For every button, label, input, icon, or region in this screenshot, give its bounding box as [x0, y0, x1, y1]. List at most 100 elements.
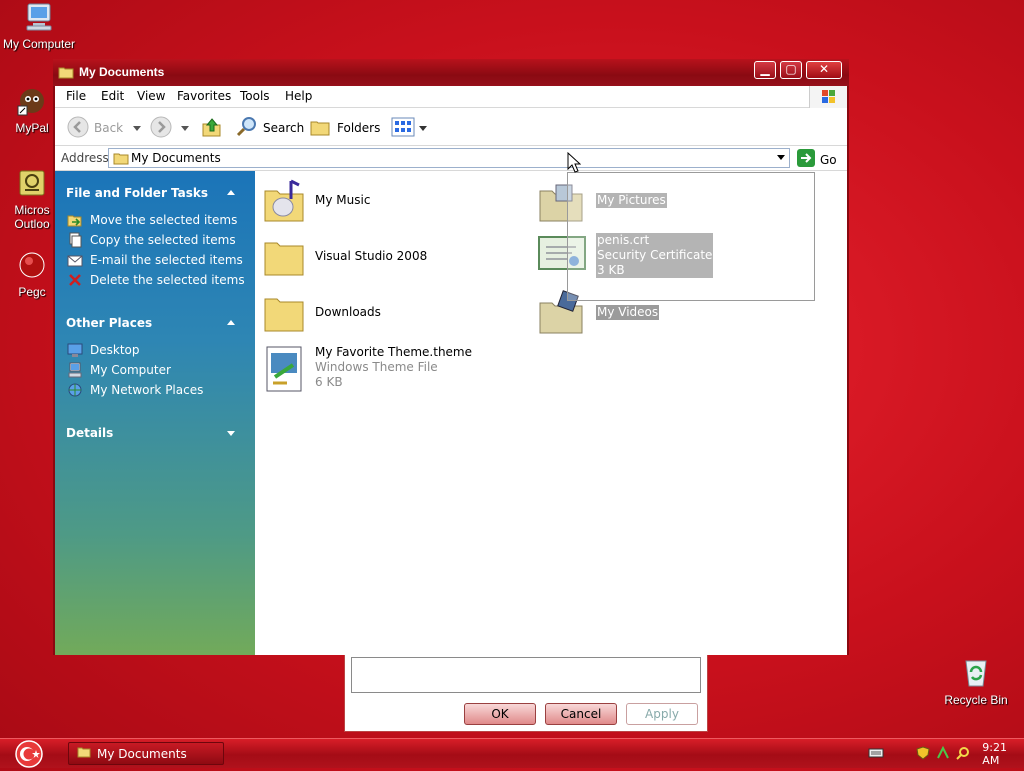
desktop-icon-label: Pegc	[18, 285, 46, 299]
music-folder-icon	[263, 177, 305, 226]
folder-icon	[263, 233, 305, 282]
back-button[interactable]: Back	[66, 115, 142, 142]
menu-edit[interactable]: Edit	[101, 89, 124, 103]
selection-rectangle	[567, 172, 815, 301]
ok-button[interactable]: OK	[464, 703, 536, 725]
dialog-text-area[interactable]	[351, 657, 701, 693]
outlook-icon	[8, 168, 56, 201]
menu-bar: File Edit View Favorites Tools Help	[55, 86, 847, 108]
computer-icon	[67, 362, 83, 378]
task-pane: File and Folder Tasks Move the selected …	[55, 171, 255, 655]
desktop-icon-recycle-bin[interactable]: Recycle Bin	[940, 656, 1012, 707]
menu-view[interactable]: View	[137, 89, 165, 103]
folder-icon	[263, 289, 305, 338]
folder-icon	[77, 746, 91, 761]
address-label: Address	[61, 151, 109, 165]
desktop-icon-my-computer[interactable]: My Computer	[0, 2, 78, 51]
task-copy-items[interactable]: Copy the selected items	[67, 232, 236, 248]
menu-help[interactable]: Help	[285, 89, 312, 103]
place-my-network-places[interactable]: My Network Places	[67, 382, 203, 398]
cancel-button[interactable]: Cancel	[545, 703, 617, 725]
file-item-my-music[interactable]: My Music	[263, 177, 370, 226]
forward-button[interactable]	[149, 116, 189, 140]
search-icon	[235, 115, 259, 142]
go-arrow-icon	[797, 149, 815, 170]
delete-x-icon	[67, 272, 83, 288]
desktop-icon-outlook[interactable]: Micros Outloo	[8, 168, 56, 231]
window-title: My Documents	[79, 65, 165, 79]
toolbar: Back Search Folders	[55, 108, 847, 146]
recycle-bin-icon	[940, 656, 1012, 691]
folder-icon	[113, 151, 129, 168]
address-dropdown-icon[interactable]	[777, 155, 785, 160]
computer-icon	[0, 2, 78, 35]
views-grid-icon	[391, 117, 415, 140]
desktop-icon	[67, 342, 83, 358]
file-name: Visual Studio 2008	[315, 249, 428, 263]
menu-file[interactable]: File	[66, 89, 86, 103]
views-button[interactable]	[391, 116, 427, 140]
forward-arrow-icon	[149, 115, 173, 142]
file-name: My Favorite Theme.theme	[315, 345, 473, 359]
file-item-downloads[interactable]: Downloads	[263, 289, 381, 338]
menu-favorites[interactable]: Favorites	[177, 89, 231, 103]
file-item-theme[interactable]: My Favorite Theme.theme Windows Theme Fi…	[263, 345, 472, 396]
section-header-file-folder-tasks[interactable]: File and Folder Tasks	[66, 186, 208, 200]
collapse-icon[interactable]	[227, 190, 235, 195]
windows-logo-icon	[809, 86, 847, 108]
expand-icon[interactable]	[227, 431, 235, 436]
address-bar: Address My Documents Go	[55, 146, 847, 171]
file-size: 6 KB	[315, 375, 343, 389]
desktop-icon-mypal[interactable]: MyPal	[8, 86, 56, 135]
chevron-down-icon	[181, 121, 189, 135]
network-icon	[67, 382, 83, 398]
maximize-button[interactable]: ▢	[780, 61, 802, 79]
task-move-items[interactable]: Move the selected items	[67, 212, 237, 228]
search-button[interactable]: Search	[235, 116, 304, 140]
title-bar[interactable]: My Documents ▁ ▢ ✕	[53, 59, 849, 86]
chevron-down-icon	[133, 121, 142, 135]
place-my-computer[interactable]: My Computer	[67, 362, 171, 378]
menu-tools[interactable]: Tools	[240, 89, 270, 103]
email-icon	[67, 252, 83, 268]
file-name: Downloads	[315, 305, 381, 319]
up-folder-button[interactable]	[200, 116, 224, 140]
background-dialog: OK Cancel Apply	[344, 650, 708, 732]
red-orb-icon	[8, 250, 56, 283]
desktop-icon-label: My Computer	[2, 37, 76, 51]
desktop-icon-pegc[interactable]: Pegc	[8, 250, 56, 299]
file-type: Windows Theme File	[315, 360, 438, 374]
keyboard-icon[interactable]	[868, 747, 884, 762]
taskbar-button-my-documents[interactable]: My Documents	[68, 742, 224, 765]
task-delete-items[interactable]: Delete the selected items	[67, 272, 245, 288]
section-header-details[interactable]: Details	[66, 426, 113, 440]
search-icon[interactable]	[956, 746, 970, 763]
folder-icon	[58, 65, 74, 82]
place-desktop[interactable]: Desktop	[67, 342, 140, 358]
security-shield-icon[interactable]	[916, 745, 930, 763]
collapse-icon[interactable]	[227, 320, 235, 325]
copy-icon	[67, 232, 83, 248]
explorer-window: My Documents ▁ ▢ ✕ File Edit View Favori…	[53, 59, 849, 655]
start-button[interactable]	[10, 740, 48, 768]
theme-file-icon	[263, 345, 305, 396]
file-name: My Music	[315, 193, 371, 207]
system-tray: 9:21 AM	[860, 741, 1024, 767]
mypal-browser-icon	[8, 86, 56, 119]
folders-button[interactable]: Folders	[309, 116, 380, 140]
apply-button[interactable]: Apply	[626, 703, 698, 725]
address-value: My Documents	[131, 151, 221, 165]
clock[interactable]: 9:21 AM	[982, 741, 1024, 767]
network-status-icon[interactable]	[936, 745, 950, 763]
minimize-button[interactable]: ▁	[754, 61, 776, 79]
back-arrow-icon	[66, 115, 90, 142]
file-item-visual-studio-2008[interactable]: Visual Studio 2008	[263, 233, 427, 282]
desktop-icon-label: Recycle Bin	[944, 693, 1008, 707]
close-button[interactable]: ✕	[806, 61, 842, 79]
mouse-cursor-icon	[567, 151, 582, 177]
address-input[interactable]: My Documents	[108, 148, 790, 168]
task-email-items[interactable]: E-mail the selected items	[67, 252, 243, 268]
up-folder-icon	[200, 115, 224, 142]
go-button[interactable]: Go	[797, 149, 837, 170]
section-header-other-places[interactable]: Other Places	[66, 316, 152, 330]
